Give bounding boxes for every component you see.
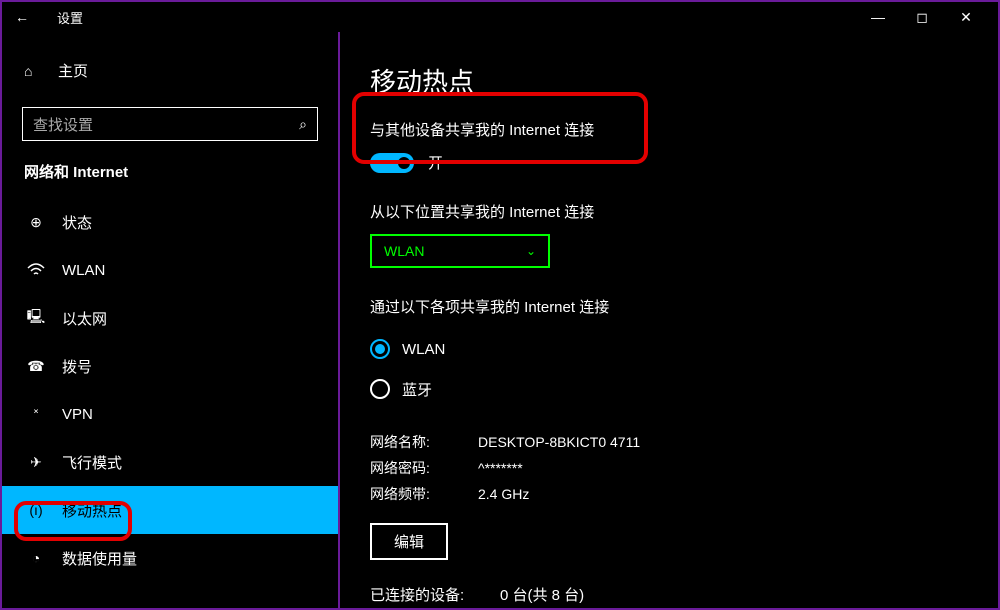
- info-value: ^*******: [478, 460, 523, 476]
- back-button[interactable]: ←: [12, 9, 32, 25]
- home-icon: ⌂: [24, 63, 48, 79]
- info-row-password: 网络密码: ^*******: [370, 455, 968, 481]
- sidebar-item-wlan[interactable]: WLAN: [2, 246, 338, 294]
- home-link[interactable]: ⌂ 主页: [2, 52, 338, 89]
- sidebar-item-label: 数据使用量: [62, 548, 137, 569]
- search-input[interactable]: 查找设置 ⌕: [22, 107, 318, 141]
- window-title: 设置: [57, 8, 83, 27]
- info-key: 网络密码:: [370, 458, 478, 478]
- connected-key: 已连接的设备:: [370, 584, 500, 605]
- sidebar-item-vpn[interactable]: ༝ VPN: [2, 390, 338, 438]
- airplane-icon: ✈: [24, 454, 48, 471]
- share-label: 与其他设备共享我的 Internet 连接: [370, 119, 968, 140]
- chevron-down-icon: ⌄: [526, 244, 536, 258]
- sidebar-item-label: 移动热点: [62, 500, 122, 521]
- sidebar-item-airplane[interactable]: ✈ 飞行模式: [2, 438, 338, 486]
- category-title: 网络和 Internet: [2, 161, 338, 198]
- share-via-radio-group: WLAN 蓝牙: [370, 329, 968, 409]
- toggle-state-label: 开: [428, 152, 443, 173]
- hotspot-icon: (ı): [24, 502, 48, 518]
- sidebar-item-status[interactable]: ⊕ 状态: [2, 198, 338, 246]
- info-value: 2.4 GHz: [478, 486, 529, 502]
- sidebar: ⌂ 主页 查找设置 ⌕ 网络和 Internet ⊕ 状态 WLAN 🖳 以太网: [2, 32, 340, 608]
- dialup-icon: ☎: [24, 358, 48, 375]
- sidebar-item-dialup[interactable]: ☎ 拨号: [2, 342, 338, 390]
- minimize-button[interactable]: —: [856, 9, 900, 25]
- sidebar-item-ethernet[interactable]: 🖳 以太网: [2, 294, 338, 342]
- share-toggle[interactable]: [370, 153, 414, 173]
- home-label: 主页: [58, 60, 88, 81]
- sidebar-item-label: 拨号: [62, 356, 92, 377]
- sidebar-item-hotspot[interactable]: (ı) 移动热点: [2, 486, 338, 534]
- radio-button: [370, 379, 390, 399]
- wifi-icon: [24, 263, 48, 277]
- sidebar-item-datausage[interactable]: ◔ 数据使用量: [2, 534, 338, 582]
- radio-option-bluetooth[interactable]: 蓝牙: [370, 369, 968, 409]
- globe-icon: ⊕: [24, 214, 48, 231]
- sidebar-item-label: 状态: [62, 212, 92, 233]
- connected-value: 0 台(共 8 台): [500, 584, 584, 605]
- info-row-band: 网络频带: 2.4 GHz: [370, 481, 968, 507]
- page-title: 移动热点: [370, 62, 968, 99]
- vpn-icon: ༝: [24, 394, 48, 434]
- sidebar-item-label: VPN: [62, 406, 93, 423]
- connected-devices-row: 已连接的设备: 0 台(共 8 台): [370, 584, 968, 605]
- nav-list: ⊕ 状态 WLAN 🖳 以太网 ☎ 拨号 ༝ VPN ✈: [2, 198, 338, 582]
- info-key: 网络频带:: [370, 484, 478, 504]
- window-controls: — ◻ ✕: [856, 2, 988, 32]
- info-key: 网络名称:: [370, 432, 478, 452]
- share-from-label: 从以下位置共享我的 Internet 连接: [370, 201, 968, 222]
- info-row-name: 网络名称: DESKTOP-8BKICT0 4711: [370, 429, 968, 455]
- search-placeholder: 查找设置: [33, 114, 93, 135]
- dropdown-value: WLAN: [384, 243, 424, 259]
- ethernet-icon: 🖳: [24, 306, 48, 330]
- maximize-button[interactable]: ◻: [900, 9, 944, 26]
- share-from-dropdown[interactable]: WLAN ⌄: [370, 234, 550, 268]
- title-bar: ← 设置 — ◻ ✕: [2, 2, 998, 32]
- main-content: 移动热点 与其他设备共享我的 Internet 连接 开 从以下位置共享我的 I…: [340, 32, 998, 608]
- data-usage-icon: ◔: [24, 550, 48, 566]
- search-icon: ⌕: [299, 116, 307, 133]
- sidebar-item-label: 以太网: [62, 308, 107, 329]
- radio-option-wlan[interactable]: WLAN: [370, 329, 968, 369]
- share-via-label: 通过以下各项共享我的 Internet 连接: [370, 296, 968, 317]
- radio-button: [370, 339, 390, 359]
- radio-label: WLAN: [402, 341, 445, 358]
- info-value: DESKTOP-8BKICT0 4711: [478, 434, 640, 450]
- network-info: 网络名称: DESKTOP-8BKICT0 4711 网络密码: ^******…: [370, 429, 968, 507]
- toggle-knob: [398, 157, 410, 169]
- edit-button-label: 编辑: [394, 534, 424, 551]
- radio-label: 蓝牙: [402, 379, 432, 400]
- sidebar-item-label: WLAN: [62, 262, 105, 279]
- edit-button[interactable]: 编辑: [370, 523, 448, 560]
- close-button[interactable]: ✕: [944, 9, 988, 26]
- sidebar-item-label: 飞行模式: [62, 452, 122, 473]
